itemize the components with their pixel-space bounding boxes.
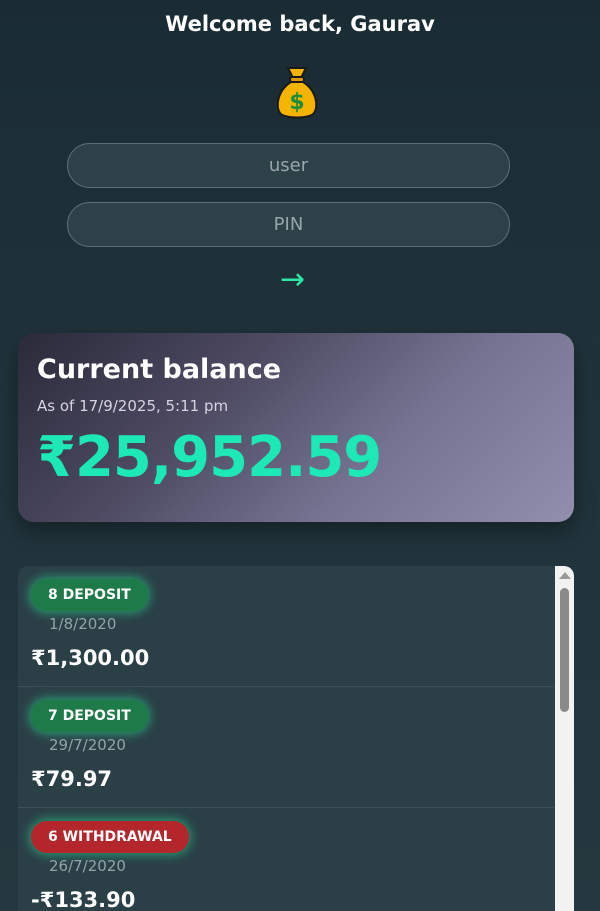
transaction-type-badge: 8 DEPOSIT [31, 579, 148, 611]
transaction-row: 7 DEPOSIT 29/7/2020 ₹79.97 [18, 687, 554, 808]
transaction-date: 1/8/2020 [49, 615, 117, 633]
balance-title: Current balance [37, 354, 282, 385]
login-submit-button[interactable]: → [280, 262, 305, 298]
welcome-title: Welcome back, Gaurav [165, 12, 435, 36]
arrow-right-icon: → [280, 262, 306, 297]
transaction-list: 8 DEPOSIT 1/8/2020 ₹1,300.00 7 DEPOSIT 2… [18, 566, 554, 911]
scrollbar-thumb[interactable] [560, 588, 569, 712]
transaction-row: 6 WITHDRAWAL 26/7/2020 -₹133.90 [18, 808, 554, 911]
transaction-amount: ₹1,300.00 [31, 646, 150, 670]
user-input[interactable] [67, 143, 510, 188]
transaction-amount: -₹133.90 [31, 888, 136, 911]
transaction-row: 8 DEPOSIT 1/8/2020 ₹1,300.00 [18, 566, 554, 687]
balance-amount: ₹25,952.59 [37, 425, 382, 490]
transaction-amount: ₹79.97 [31, 767, 113, 791]
transactions-scrollbar[interactable] [555, 566, 574, 911]
transaction-type-badge: 7 DEPOSIT [31, 700, 148, 732]
pin-input[interactable] [67, 202, 510, 247]
transactions-panel[interactable]: 8 DEPOSIT 1/8/2020 ₹1,300.00 7 DEPOSIT 2… [18, 566, 574, 911]
balance-timestamp: As of 17/9/2025, 5:11 pm [37, 397, 229, 415]
transaction-type-badge: 6 WITHDRAWAL [31, 821, 189, 853]
transaction-date: 29/7/2020 [49, 736, 126, 754]
scroll-up-arrow-icon[interactable] [559, 572, 571, 579]
transaction-date: 26/7/2020 [49, 857, 126, 875]
svg-text:$: $ [289, 90, 304, 115]
balance-card: Current balance As of 17/9/2025, 5:11 pm… [18, 333, 574, 522]
money-bag-icon: $ [276, 67, 318, 119]
